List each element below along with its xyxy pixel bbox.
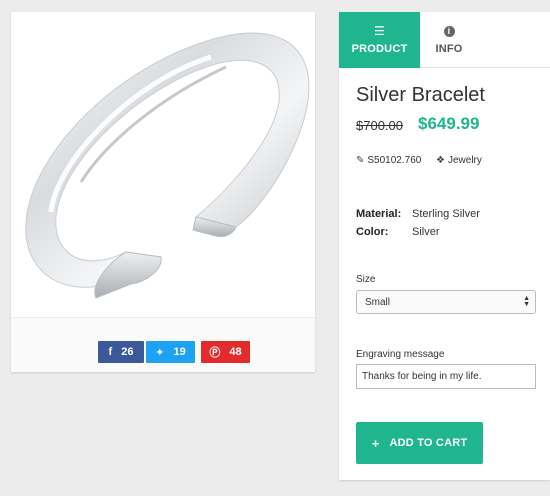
- pinterest-share-button[interactable]: Ⓟ 48: [201, 341, 250, 363]
- size-label: Size: [356, 274, 376, 285]
- bracelet-image: [25, 32, 310, 299]
- engraving-input[interactable]: [356, 364, 536, 389]
- spec-row: Color: Silver: [356, 223, 480, 241]
- original-price: $700.00: [356, 118, 403, 133]
- bars-icon: ☰: [374, 24, 385, 38]
- tab-product-label: PRODUCT: [351, 43, 408, 55]
- twitter-count: 19: [173, 346, 186, 358]
- product-image-card: f 26 ✦ 19 Ⓟ 48: [11, 12, 315, 372]
- product-specs: Material: Sterling Silver Color: Silver: [356, 205, 480, 241]
- spec-value: Silver: [412, 226, 440, 238]
- pencil-icon: ✎: [356, 155, 365, 166]
- product-title: Silver Bracelet: [356, 84, 485, 106]
- share-bar: f 26 ✦ 19 Ⓟ 48: [11, 317, 315, 372]
- tab-product[interactable]: ☰ PRODUCT: [339, 12, 420, 68]
- sale-price: $649.99: [418, 114, 480, 133]
- engraving-label: Engraving message: [356, 349, 445, 360]
- facebook-count: 26: [121, 346, 134, 358]
- spec-value: Sterling Silver: [412, 208, 480, 220]
- size-selected-value: Small: [365, 296, 391, 308]
- twitter-share-button[interactable]: ✦ 19: [146, 341, 195, 363]
- spec-key: Color:: [356, 226, 389, 238]
- product-details-panel: ☰ PRODUCT i INFO Silver Bracelet $700.00…: [339, 12, 550, 480]
- twitter-icon: ✦: [155, 346, 165, 359]
- tab-info[interactable]: i INFO: [420, 12, 478, 68]
- pinterest-count: 48: [229, 346, 242, 358]
- size-select[interactable]: Small ▲ ▼: [356, 290, 536, 314]
- spec-key: Material:: [356, 208, 402, 220]
- pinterest-icon: Ⓟ: [209, 347, 221, 359]
- plus-icon: +: [371, 435, 380, 451]
- facebook-share-button[interactable]: f 26: [98, 341, 144, 363]
- product-image[interactable]: [11, 12, 315, 317]
- select-arrows-icon: ▲ ▼: [523, 295, 530, 308]
- facebook-icon: f: [108, 346, 113, 358]
- spec-row: Material: Sterling Silver: [356, 205, 480, 223]
- add-to-cart-label: ADD TO CART: [389, 437, 468, 449]
- tab-bar: ☰ PRODUCT i INFO: [339, 12, 550, 68]
- product-category[interactable]: ❖ Jewelry: [436, 155, 482, 166]
- product-sku: ✎ S50102.760: [356, 155, 421, 166]
- tags-icon: ❖: [436, 155, 445, 166]
- info-icon: i: [443, 25, 455, 37]
- sku-value: S50102.760: [367, 155, 422, 166]
- category-value: Jewelry: [447, 155, 482, 166]
- tab-info-label: INFO: [435, 42, 463, 55]
- add-to-cart-button[interactable]: + ADD TO CART: [356, 422, 483, 464]
